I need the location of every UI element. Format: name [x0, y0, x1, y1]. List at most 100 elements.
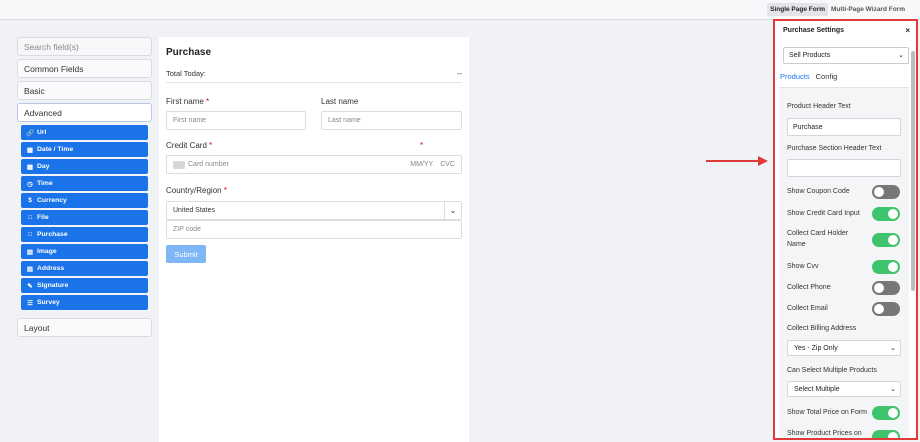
tab-products[interactable]: Products [780, 72, 810, 81]
credit-card-label: Credit Card * [166, 141, 212, 150]
required-mark: * [420, 141, 424, 150]
form-canvas: Purchase Total Today: -- First name * Fi… [159, 37, 469, 442]
product-prices-label: Show Product Prices on [787, 430, 862, 437]
field-purchase[interactable]: □ Purchase [21, 227, 148, 242]
section-layout[interactable]: Layout [17, 318, 152, 337]
email-label: Collect Email [787, 305, 828, 312]
last-name-input[interactable]: Last name [321, 111, 462, 130]
chevron-down-icon: ⌄ [890, 386, 896, 393]
file-icon: □ [28, 214, 32, 221]
card-cvc-placeholder: CVC [440, 161, 455, 168]
first-name-label: First name * [166, 97, 209, 106]
chevron-down-icon: ⌄ [898, 52, 904, 59]
field-survey[interactable]: ☰ Survey [21, 295, 148, 310]
section-basic[interactable]: Basic [17, 81, 152, 100]
panel-tabs: Products Config [780, 72, 837, 81]
required-mark: * [206, 97, 210, 106]
country-select[interactable]: United States ⌄ [166, 201, 462, 220]
field-label: Survey [37, 299, 60, 306]
close-icon[interactable]: × [905, 26, 910, 35]
purchase-type-value: Sell Products [789, 52, 831, 59]
field-label: Url [37, 129, 47, 136]
link-icon: 🔗 [26, 129, 35, 137]
first-name-label-text: First name [166, 97, 204, 106]
chevron-down-icon: ⌄ [444, 202, 461, 219]
purchase-settings-panel: Purchase Settings × Sell Products ⌄ Prod… [773, 19, 918, 440]
field-label: Date / Time [37, 146, 74, 153]
product-header-label: Product Header Text [787, 103, 851, 110]
arrow-right-icon [706, 156, 768, 166]
field-date-time[interactable]: ▦ Date / Time [21, 142, 148, 157]
field-signature[interactable]: ✎ Signature [21, 278, 148, 293]
first-name-input[interactable]: First name [166, 111, 306, 130]
field-day[interactable]: ▦ Day [21, 159, 148, 174]
field-label: Currency [37, 197, 67, 204]
phone-label: Collect Phone [787, 284, 831, 291]
credit-card-input-toggle[interactable] [872, 207, 900, 221]
card-holder-toggle[interactable] [872, 233, 900, 247]
multiple-products-select[interactable]: Select Multiple ⌄ [787, 381, 901, 397]
total-today-row: Total Today: -- [166, 69, 462, 83]
list-icon: ☰ [27, 299, 33, 307]
submit-button[interactable]: Submit [166, 245, 206, 263]
single-page-mode-button[interactable]: Single Page Form [767, 3, 829, 16]
cvv-label: Show Cvv [787, 263, 819, 270]
advanced-field-list: 🔗 Url ▦ Date / Time ▦ Day ◷ Time $ Currency □… [17, 125, 152, 310]
country-label: Country/Region * [166, 186, 227, 195]
card-holder-label: Collect Card Holder Name [787, 230, 849, 248]
field-label: Time [37, 180, 53, 187]
total-label: Total Today: [166, 69, 206, 78]
field-label: Address [37, 265, 65, 272]
chevron-down-icon: ⌄ [890, 345, 896, 352]
field-file[interactable]: □ File [21, 210, 148, 225]
tab-config[interactable]: Config [816, 72, 838, 81]
panel-title: Purchase Settings [783, 27, 845, 34]
form-title: Purchase [166, 47, 212, 58]
billing-address-select[interactable]: Yes - Zip Only ⌄ [787, 340, 901, 356]
coupon-label: Show Coupon Code [787, 188, 850, 195]
total-price-label: Show Total Price on Form [787, 409, 868, 416]
email-toggle[interactable] [872, 302, 900, 316]
field-label: Image [37, 248, 57, 255]
multi-page-mode-button[interactable]: Multi-Page Wizard Form [828, 3, 908, 16]
field-url[interactable]: 🔗 Url [21, 125, 148, 140]
form-mode-switch: Single Page Form Multi-Page Wizard Form [767, 3, 908, 16]
field-currency[interactable]: $ Currency [21, 193, 148, 208]
section-header-input[interactable] [787, 159, 901, 177]
field-search-input[interactable]: Search field(s) [17, 37, 152, 56]
calendar-icon: ▦ [26, 146, 34, 154]
field-address[interactable]: ▤ Address [21, 261, 148, 276]
phone-toggle[interactable] [872, 281, 900, 295]
credit-card-input-label: Show Credit Card Input [787, 210, 860, 217]
card-input[interactable]: Card number MM/YY CVC [166, 155, 462, 174]
product-header-input[interactable]: Purchase [787, 118, 901, 136]
section-common-fields[interactable]: Common Fields [17, 59, 152, 78]
required-mark: * [223, 186, 227, 195]
field-label: Purchase [37, 231, 68, 238]
multiple-products-label: Can Select Multiple Products [787, 367, 877, 374]
field-image[interactable]: ▤ Image [21, 244, 148, 259]
country-label-text: Country/Region [166, 186, 222, 195]
panel-scrollbar[interactable] [911, 51, 915, 291]
required-mark: * [209, 141, 213, 150]
billing-address-label: Collect Billing Address [787, 325, 857, 332]
section-advanced[interactable]: Advanced [17, 103, 152, 122]
credit-card-label-text: Credit Card [166, 141, 207, 150]
clock-icon: ◷ [27, 180, 33, 188]
multiple-products-value: Select Multiple [794, 385, 840, 393]
total-price-toggle[interactable] [872, 406, 900, 420]
product-prices-toggle[interactable] [872, 430, 900, 438]
field-time[interactable]: ◷ Time [21, 176, 148, 191]
cvv-toggle[interactable] [872, 260, 900, 274]
image-icon: ▤ [26, 248, 34, 256]
last-name-label: Last name [321, 97, 359, 106]
address-card-icon: ▤ [26, 265, 34, 273]
card-expiry-placeholder: MM/YY [410, 161, 434, 168]
zip-input[interactable]: ZIP code [166, 220, 462, 239]
coupon-toggle[interactable] [872, 185, 900, 199]
total-value: -- [457, 69, 462, 78]
country-value: United States [173, 207, 216, 214]
top-bar: Single Page Form Multi-Page Wizard Form [0, 0, 920, 20]
file-icon: □ [28, 231, 32, 238]
purchase-type-select[interactable]: Sell Products ⌄ [783, 47, 909, 64]
